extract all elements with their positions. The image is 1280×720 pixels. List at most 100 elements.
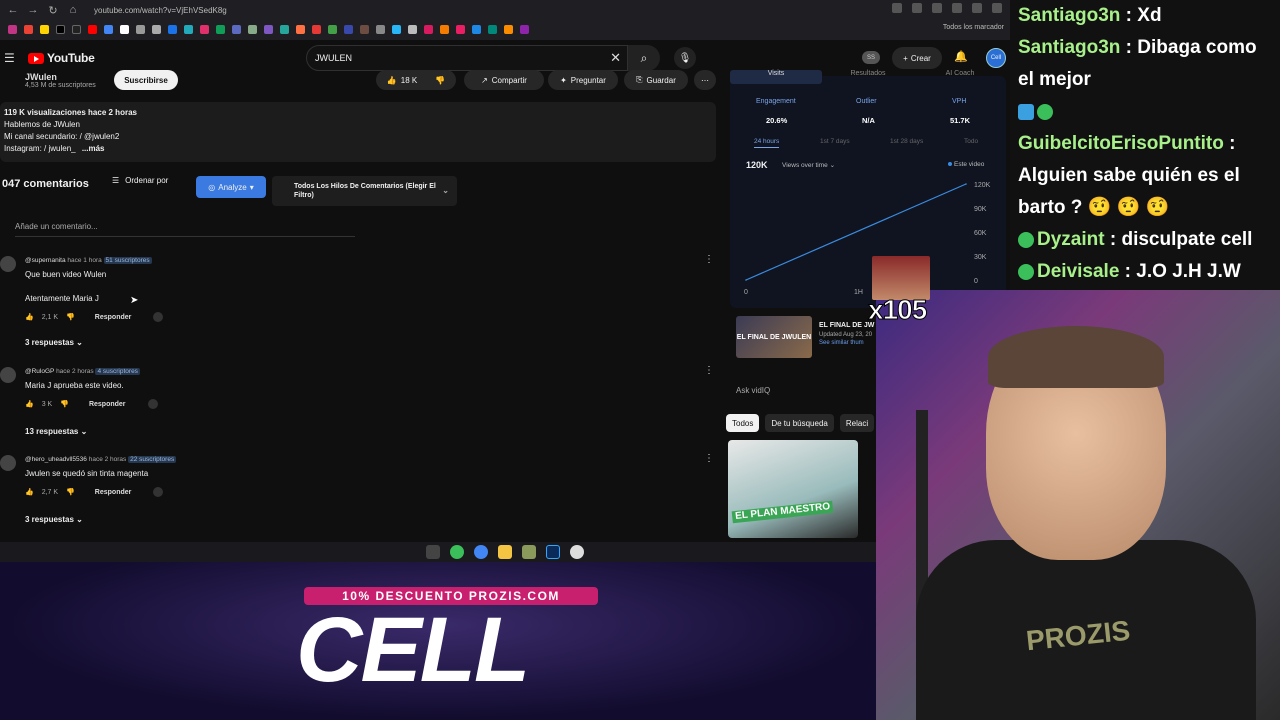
youtube-logo[interactable]: YouTube	[28, 51, 95, 65]
comment-author[interactable]: @RuloGP	[25, 368, 54, 375]
bookmark-icon[interactable]	[360, 24, 369, 34]
bookmark-icon[interactable]	[24, 24, 33, 34]
back-icon[interactable]: ←	[6, 4, 20, 16]
dislike-icon[interactable]: 👎	[66, 313, 75, 321]
range-24h[interactable]: 24 hours	[754, 138, 780, 148]
chip-todos[interactable]: Todos	[726, 414, 760, 432]
chip-related[interactable]: Relaci	[839, 414, 875, 432]
like-count[interactable]: 18 K	[401, 76, 417, 85]
bookmark-icon[interactable]	[408, 24, 417, 34]
create-button[interactable]: + Crear	[892, 47, 942, 69]
clear-search-icon[interactable]: ✕	[610, 50, 621, 66]
like-icon[interactable]: 👍	[387, 76, 397, 85]
voice-search-button[interactable]: 🎙	[674, 47, 696, 69]
comment-filter-dropdown[interactable]: Todos Los Hilos De Comentarios (Elegir E…	[272, 176, 457, 206]
replies-toggle[interactable]: 3 respuestas ⌄	[25, 338, 83, 347]
see-similar-link[interactable]: See similar thum	[819, 340, 864, 346]
bookmark-icon[interactable]	[264, 24, 273, 34]
bookmark-icon[interactable]	[152, 24, 161, 34]
hamburger-menu-icon[interactable]: ☰	[4, 51, 16, 65]
extension-icon[interactable]	[972, 3, 982, 13]
share-icon[interactable]	[932, 3, 942, 13]
chrome-icon[interactable]	[474, 545, 488, 559]
dislike-icon[interactable]: 👎	[60, 400, 69, 408]
comment-author[interactable]: @hero_uheadvll5536	[25, 456, 87, 463]
vidiq-tab[interactable]: Visits	[730, 70, 822, 84]
bookmark-icon[interactable]	[520, 24, 529, 34]
bookmark-icon[interactable]	[216, 24, 225, 34]
analyze-comment-icon[interactable]	[147, 399, 158, 409]
comment-author[interactable]: @supernanita	[25, 257, 66, 264]
channel-name[interactable]: JWulen	[25, 72, 57, 82]
avatar[interactable]	[0, 256, 16, 272]
replies-toggle[interactable]: 3 respuestas ⌄	[25, 515, 83, 524]
whatsapp-icon[interactable]	[450, 545, 464, 559]
range-28d[interactable]: 1st 28 days	[890, 138, 923, 145]
bookmark-icon[interactable]	[440, 24, 449, 34]
bookmark-icon[interactable]	[136, 24, 145, 34]
avatar[interactable]	[0, 455, 16, 471]
bookmark-icon[interactable]	[56, 24, 65, 34]
replies-toggle[interactable]: 13 respuestas ⌄	[25, 427, 87, 436]
bookmark-icon[interactable]	[232, 24, 241, 34]
bookmark-icon[interactable]	[8, 24, 17, 34]
account-avatar[interactable]: Cell	[986, 48, 1006, 68]
profile-icon[interactable]	[992, 3, 1002, 13]
ask-vidiq-input[interactable]: Ask vidIQ	[736, 386, 770, 395]
minecraft-icon[interactable]	[522, 545, 536, 559]
reload-icon[interactable]: ↻	[46, 4, 60, 17]
like-icon[interactable]: 👍	[25, 400, 34, 408]
comment-menu-icon[interactable]: ⋮	[704, 365, 714, 376]
bookmark-icon[interactable]	[72, 24, 81, 34]
bookmark-icon[interactable]	[472, 24, 481, 34]
all-bookmarks-link[interactable]: Todos los marcador	[943, 24, 1004, 31]
like-icon[interactable]: 👍	[25, 313, 34, 321]
comment-menu-icon[interactable]: ⋮	[704, 254, 714, 265]
save-button[interactable]: ⎘ Guardar	[624, 70, 688, 90]
subscribe-button[interactable]: Suscribirse	[114, 70, 178, 90]
reply-button[interactable]: Responder	[95, 314, 132, 321]
add-comment-input[interactable]: Añade un comentario...	[15, 222, 98, 231]
analyze-button[interactable]: ◎ Analyze ▾	[196, 176, 266, 198]
related-video-thumbnail[interactable]: EL FINAL DE JWULEN	[736, 316, 812, 358]
video-description[interactable]: 119 K visualizaciones hace 2 horas Hable…	[0, 102, 716, 162]
bookmark-icon[interactable]	[424, 24, 433, 34]
bookmark-icon[interactable]	[168, 24, 177, 34]
folder-icon[interactable]	[498, 545, 512, 559]
reply-button[interactable]: Responder	[89, 401, 126, 408]
more-actions-button[interactable]: ⋯	[694, 70, 716, 90]
share-button[interactable]: ↗ Compartir	[464, 70, 544, 90]
app-icon[interactable]	[570, 545, 584, 559]
bookmark-icon[interactable]	[312, 24, 321, 34]
bookmark-icon[interactable]	[296, 24, 305, 34]
like-icon[interactable]: 👍	[25, 488, 34, 496]
analyze-comment-icon[interactable]	[153, 312, 164, 322]
photoshop-icon[interactable]	[546, 545, 560, 559]
vidiq-tab[interactable]: Resultados	[822, 70, 914, 84]
url-field[interactable]: youtube.com/watch?v=VjEhVSedK8g	[94, 6, 227, 15]
reply-button[interactable]: Responder	[95, 489, 132, 496]
sort-button[interactable]: ☰ Ordenar por	[112, 176, 168, 185]
search-button[interactable]: ⌕	[628, 45, 660, 71]
bookmark-icon[interactable]	[392, 24, 401, 34]
bookmark-icon[interactable]	[200, 24, 209, 34]
bookmark-icon[interactable]	[248, 24, 257, 34]
bookmark-icon[interactable]	[456, 24, 465, 34]
cast-icon[interactable]	[912, 3, 922, 13]
dislike-icon[interactable]: 👎	[435, 76, 445, 85]
notifications-bell-icon[interactable]: 🔔	[954, 50, 968, 63]
ask-button[interactable]: ✦ Preguntar	[548, 70, 618, 90]
range-7d[interactable]: 1st 7 days	[820, 138, 850, 145]
views-dropdown[interactable]: Views over time ⌄	[782, 161, 835, 169]
related-video-title[interactable]: EL FINAL DE JW	[819, 322, 874, 329]
recommended-video-thumbnail[interactable]	[728, 440, 858, 538]
zoom-icon[interactable]	[892, 3, 902, 13]
range-all[interactable]: Todo	[964, 138, 978, 145]
dislike-icon[interactable]: 👎	[66, 488, 75, 496]
comment-menu-icon[interactable]: ⋮	[704, 453, 714, 464]
bookmark-icon[interactable]	[120, 24, 129, 34]
ss-badge[interactable]: SS	[862, 51, 880, 64]
vidiq-tab[interactable]: AI Coach	[914, 70, 1006, 84]
home-icon[interactable]: ⌂	[66, 4, 80, 16]
analyze-comment-icon[interactable]	[153, 487, 164, 497]
